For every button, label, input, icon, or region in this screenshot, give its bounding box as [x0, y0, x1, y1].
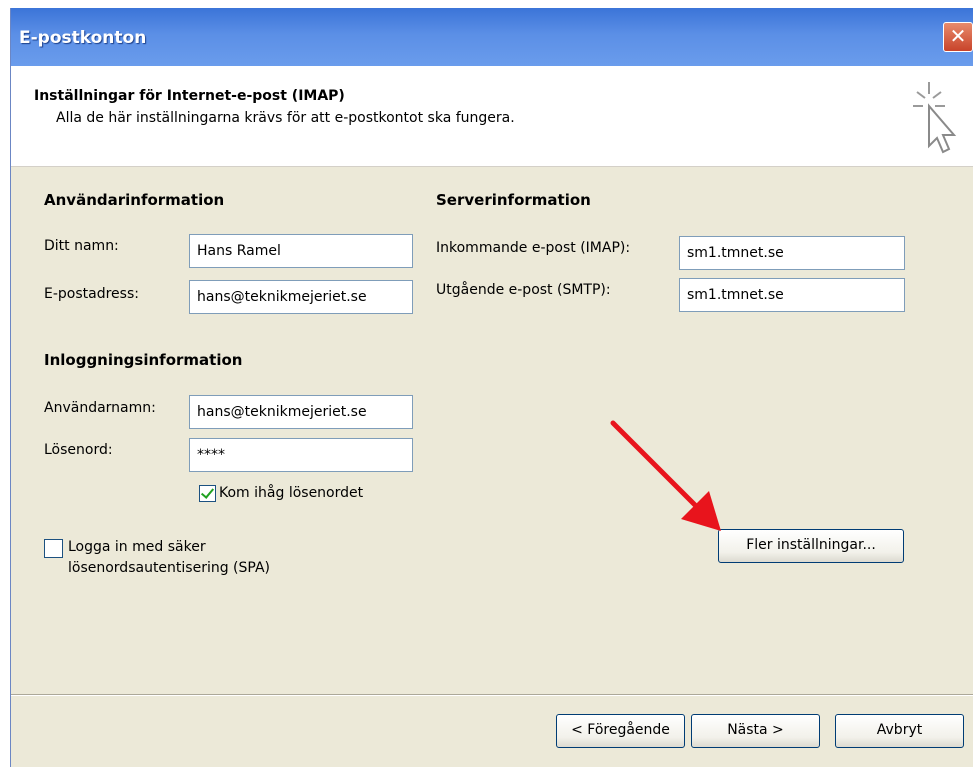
spa-label-line2[interactable]: lösenordsautentisering (SPA) — [68, 560, 270, 576]
header-title: Inställningar för Internet-e-post (IMAP) — [34, 88, 345, 104]
title-bar: E-postkonton ✕ — [11, 8, 973, 66]
password-label: Lösenord: — [44, 442, 113, 458]
window-title: E-postkonton — [19, 28, 147, 48]
header-subtitle: Alla de här inställningarna krävs för at… — [56, 110, 515, 126]
footer-divider — [11, 694, 973, 696]
account-settings-dialog: E-postkonton ✕ Inställningar för Interne… — [10, 8, 973, 767]
close-button[interactable]: ✕ — [943, 22, 973, 52]
cancel-button[interactable]: Avbryt — [835, 714, 964, 748]
outgoing-server-field[interactable]: sm1.tmnet.se — [679, 278, 905, 312]
name-field[interactable]: Hans Ramel — [189, 234, 413, 268]
outgoing-server-label: Utgående e-post (SMTP): — [436, 282, 611, 298]
server-info-heading: Serverinformation — [436, 191, 591, 209]
back-button[interactable]: < Föregående — [556, 714, 685, 748]
spa-checkbox[interactable] — [44, 539, 63, 558]
incoming-server-field[interactable]: sm1.tmnet.se — [679, 236, 905, 270]
red-arrow-annotation — [610, 420, 721, 531]
more-settings-button[interactable]: Fler inställningar... — [718, 529, 904, 563]
name-label: Ditt namn: — [44, 238, 119, 254]
remember-password-checkbox[interactable] — [199, 485, 216, 502]
dialog-header: Inställningar för Internet-e-post (IMAP)… — [11, 66, 973, 167]
password-field[interactable]: **** — [189, 438, 413, 472]
close-icon: ✕ — [949, 24, 967, 48]
incoming-server-label: Inkommande e-post (IMAP): — [436, 240, 631, 256]
username-field[interactable]: hans@teknikmejeriet.se — [189, 395, 413, 429]
email-label: E-postadress: — [44, 286, 139, 302]
username-label: Användarnamn: — [44, 400, 156, 416]
spa-label-line1[interactable]: Logga in med säker — [68, 539, 206, 555]
cursor-sparkle-icon — [913, 82, 957, 154]
next-button[interactable]: Nästa > — [691, 714, 820, 748]
remember-password-label[interactable]: Kom ihåg lösenordet — [219, 485, 363, 501]
user-info-heading: Användarinformation — [44, 191, 225, 209]
email-field[interactable]: hans@teknikmejeriet.se — [189, 280, 413, 314]
login-info-heading: Inloggningsinformation — [44, 351, 243, 369]
